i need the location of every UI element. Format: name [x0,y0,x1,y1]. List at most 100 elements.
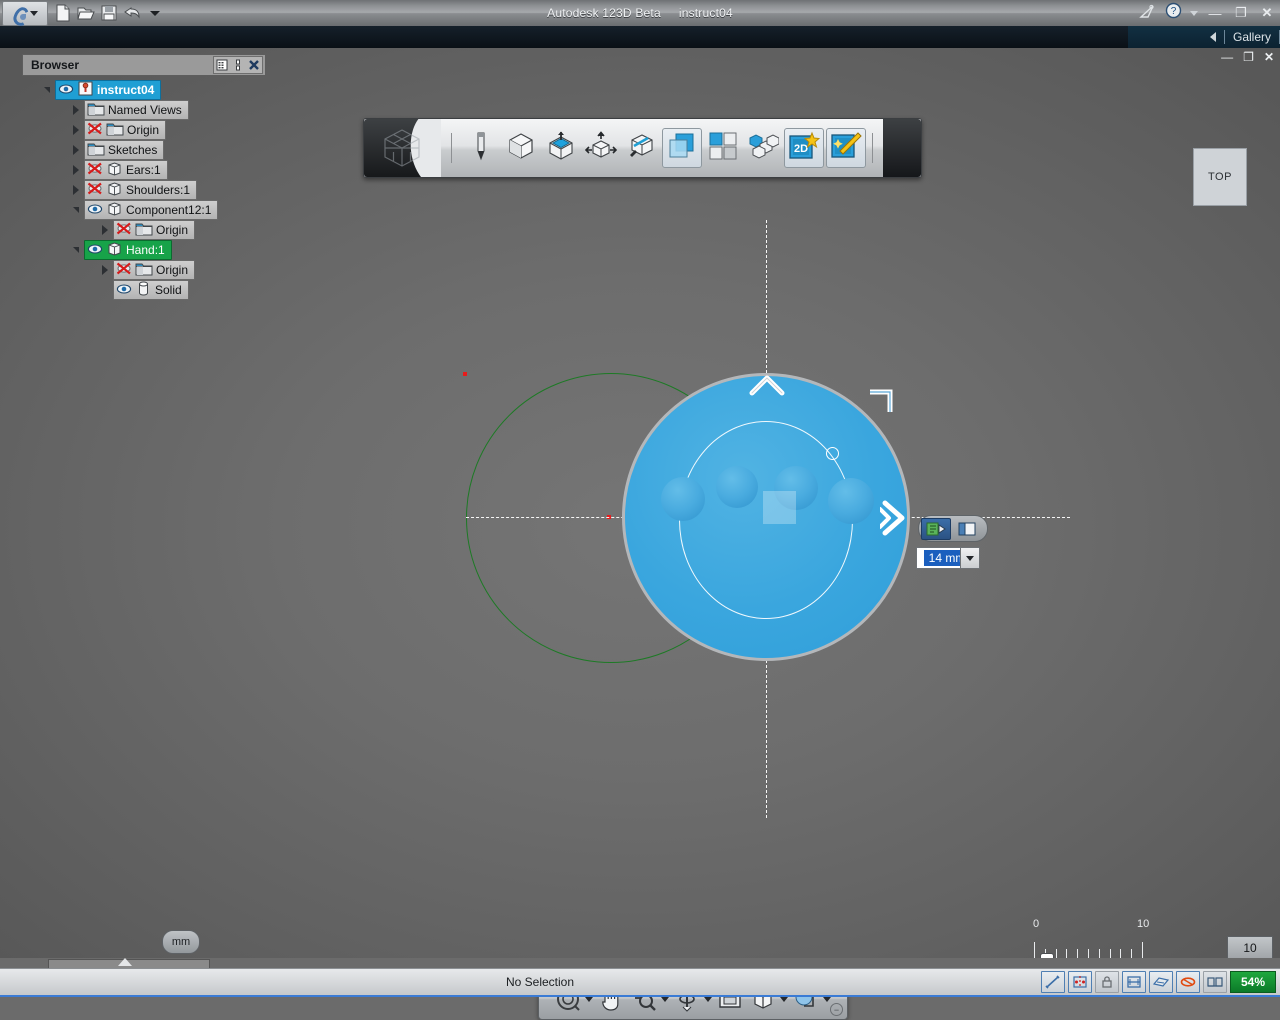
open-file-button[interactable] [75,3,97,24]
unit-button[interactable]: mm [162,930,200,954]
tree-row[interactable]: Solid [22,280,266,300]
tree-row[interactable]: Shoulders:1 [22,180,266,200]
restore-button[interactable]: ❐ [1232,4,1250,22]
plane-toggle[interactable] [1149,971,1173,993]
tree-node-hand-1[interactable]: Hand:1 [84,240,172,260]
chevron-down-icon[interactable] [780,997,788,1002]
visibility-hidden-icon[interactable] [87,122,103,138]
customize-qat-button[interactable] [144,3,166,24]
expand-arrow-icon[interactable] [69,104,82,117]
visibility-eye-icon[interactable] [87,243,103,258]
tree-node-component12-1[interactable]: Component12:1 [84,200,218,220]
selected-face-highlight[interactable] [763,491,796,524]
list-filter-icon[interactable] [214,57,230,73]
tree-row[interactable]: Sketches [22,140,266,160]
help-dropdown-icon[interactable] [1190,11,1198,16]
tree-row[interactable]: Named Views [22,100,266,120]
expand-arrow-icon[interactable] [69,184,82,197]
snap-toggle[interactable] [1041,971,1065,993]
tree-node-origin[interactable]: Origin [113,260,195,280]
rotate-circle-icon[interactable] [826,447,839,460]
grid-snap-toggle[interactable] [1122,971,1146,993]
doc-minimize-button[interactable]: — [1221,50,1233,64]
satellite-dish-icon[interactable] [1139,3,1157,24]
tree-row[interactable]: Origin [22,120,266,140]
toolbar-logo-panel[interactable] [364,119,441,177]
combine-tool[interactable] [662,128,702,168]
new-component-button[interactable] [921,518,951,540]
sketch-tool[interactable] [462,129,500,167]
visibility-hidden-icon[interactable] [87,162,103,178]
memory-indicator[interactable] [1203,971,1227,993]
minus-circle-icon[interactable]: − [830,1003,843,1016]
tree-row[interactable]: Origin [22,260,266,280]
assembly-tool[interactable] [744,129,782,167]
gallery-label[interactable]: Gallery [1233,30,1271,44]
model-bump[interactable] [661,477,705,521]
doc-restore-button[interactable]: ❐ [1243,50,1254,64]
tree-row[interactable]: Hand:1 [22,240,266,260]
help-button[interactable]: ? [1165,2,1182,24]
tree-row[interactable]: instruct04 [22,80,266,100]
dimension-dropdown-button[interactable] [960,547,980,569]
symmetry-toggle[interactable] [1068,971,1092,993]
expand-arrow-icon[interactable] [69,164,82,177]
2d-drawing-tool[interactable]: 2D [784,128,824,168]
tree-node-origin[interactable]: Origin [113,220,195,240]
grid-tool[interactable] [704,129,742,167]
new-file-button[interactable] [52,3,74,24]
tree-node-shoulders-1[interactable]: Shoulders:1 [84,180,197,200]
chevron-right-arrow-icon[interactable] [880,498,908,538]
chevron-down-icon[interactable] [585,997,593,1002]
visibility-hidden-icon[interactable] [87,182,103,198]
tree-row[interactable]: Ears:1 [22,160,266,180]
grid-major-field[interactable]: 10 [1227,936,1273,960]
vertical-dots-icon[interactable] [230,57,246,73]
horizontal-scrollbar[interactable] [0,958,1280,968]
tree-node-instruct04[interactable]: instruct04 [55,80,161,100]
smart-tool[interactable] [826,128,866,168]
chevron-down-icon[interactable] [661,997,669,1002]
gallery-bar-right[interactable]: Gallery [1128,26,1280,48]
doc-close-button[interactable]: ✕ [1264,50,1274,64]
left-arrow-icon[interactable] [1210,32,1216,42]
model-bump[interactable] [828,478,874,524]
model-bump[interactable] [716,466,758,508]
tree-row[interactable]: Component12:1 [22,200,266,220]
tree-node-sketches[interactable]: Sketches [84,140,164,160]
application-menu-button[interactable] [2,1,48,26]
construct-tool[interactable] [542,129,580,167]
minimize-button[interactable]: — [1206,4,1224,22]
expand-arrow-icon[interactable] [98,264,111,277]
tree-node-origin[interactable]: Origin [84,120,166,140]
collapse-arrow-icon[interactable] [69,244,82,257]
undo-button[interactable] [121,3,143,24]
pattern-tool[interactable] [622,129,660,167]
visibility-eye-icon[interactable] [58,83,74,98]
scrollbar-grip[interactable] [118,958,132,966]
lock-toggle[interactable] [1095,971,1119,993]
save-file-button[interactable] [98,3,120,24]
chevron-down-icon[interactable] [823,997,831,1002]
chevron-up-arrow-icon[interactable] [748,373,786,397]
expand-arrow-icon[interactable] [69,144,82,157]
ellipse-toggle[interactable] [1176,971,1200,993]
copy-body-button[interactable] [953,519,981,539]
visibility-hidden-icon[interactable] [116,222,132,238]
modify-tool[interactable] [582,129,620,167]
collapse-arrow-icon[interactable] [40,84,53,97]
primitives-tool[interactable] [502,129,540,167]
visibility-eye-icon[interactable] [87,203,103,218]
tree-node-named-views[interactable]: Named Views [84,100,189,120]
visibility-hidden-icon[interactable] [116,262,132,278]
chevron-down-icon[interactable] [704,997,712,1002]
close-button[interactable]: ✕ [1258,4,1276,22]
close-x-icon[interactable] [246,57,262,73]
view-cube[interactable]: TOP [1193,148,1247,206]
browser-tree[interactable]: instruct04Named ViewsOriginSketchesEars:… [22,80,266,300]
expand-arrow-icon[interactable] [98,224,111,237]
sketch-point[interactable] [463,372,467,376]
corner-handle-icon[interactable] [868,388,896,414]
collapse-arrow-icon[interactable] [69,204,82,217]
tree-row[interactable]: Origin [22,220,266,240]
